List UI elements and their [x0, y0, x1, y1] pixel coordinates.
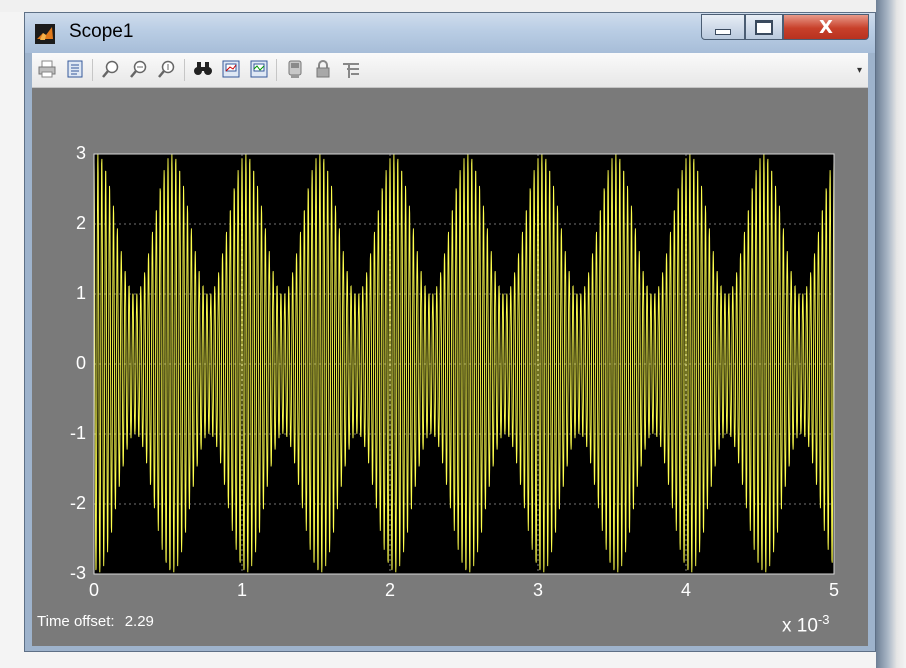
- toolbar-overflow-icon[interactable]: ▾: [857, 65, 862, 76]
- y-tick-label: -2: [69, 493, 86, 513]
- x-tick-label: 0: [88, 580, 99, 600]
- y-tick-label: -1: [69, 423, 86, 443]
- y-tick-label: 3: [75, 143, 86, 163]
- x-tick-label: 5: [828, 580, 839, 600]
- x-exponent-base: x 10: [782, 615, 818, 637]
- toolbar-separator: [276, 59, 277, 81]
- x-tick-label: 1: [236, 580, 247, 600]
- y-tick-label: 1: [75, 283, 86, 303]
- toolbar-separator: [92, 59, 93, 81]
- x-exponent: x 10-3: [782, 612, 829, 637]
- parameters-icon[interactable]: [64, 58, 86, 80]
- autoscale-icon[interactable]: [192, 58, 214, 80]
- maximize-button[interactable]: [745, 14, 783, 40]
- matlab-logo-icon: [35, 24, 55, 44]
- zoom-icon[interactable]: [100, 58, 122, 80]
- minimize-icon: [715, 29, 731, 35]
- zoom-x-icon[interactable]: [128, 58, 150, 80]
- scope-window: Scope1 X ▾ 3 2 1 0 -1 -2 -3 0 1 2 3 4 5 …: [24, 12, 876, 652]
- maximize-icon: [755, 19, 773, 35]
- toolbar-separator: [184, 59, 185, 81]
- y-tick-label: 0: [75, 353, 86, 373]
- time-offset: Time offset: 2.29: [37, 613, 154, 630]
- title-bar[interactable]: Scope1 X: [25, 13, 875, 53]
- desktop-background-right: [876, 0, 906, 668]
- x-tick-label: 4: [680, 580, 691, 600]
- x-tick-label: 2: [384, 580, 395, 600]
- close-button[interactable]: X: [783, 14, 869, 40]
- restore-axes-icon[interactable]: [248, 58, 270, 80]
- signal-selection-icon[interactable]: [340, 58, 362, 80]
- x-tick-label: 3: [532, 580, 543, 600]
- desktop-background: [0, 0, 906, 12]
- time-offset-label: Time offset:: [37, 613, 115, 630]
- window-title: Scope1: [69, 21, 134, 42]
- floating-scope-icon[interactable]: [284, 58, 306, 80]
- x-exponent-power: -3: [817, 612, 830, 627]
- scope-chart: [93, 153, 835, 575]
- minimize-button[interactable]: [701, 14, 745, 40]
- save-axes-icon[interactable]: [220, 58, 242, 80]
- y-tick-label: 2: [75, 213, 86, 233]
- print-icon[interactable]: [36, 58, 58, 80]
- time-offset-value: 2.29: [124, 613, 154, 630]
- close-icon: X: [819, 16, 833, 38]
- plot-area: 3 2 1 0 -1 -2 -3 0 1 2 3 4 5 Time offset: 2.29 x 10…: [32, 88, 868, 646]
- zoom-y-icon[interactable]: [156, 58, 178, 80]
- toolbar: ▾: [32, 53, 868, 88]
- lock-axes-icon[interactable]: [312, 58, 334, 80]
